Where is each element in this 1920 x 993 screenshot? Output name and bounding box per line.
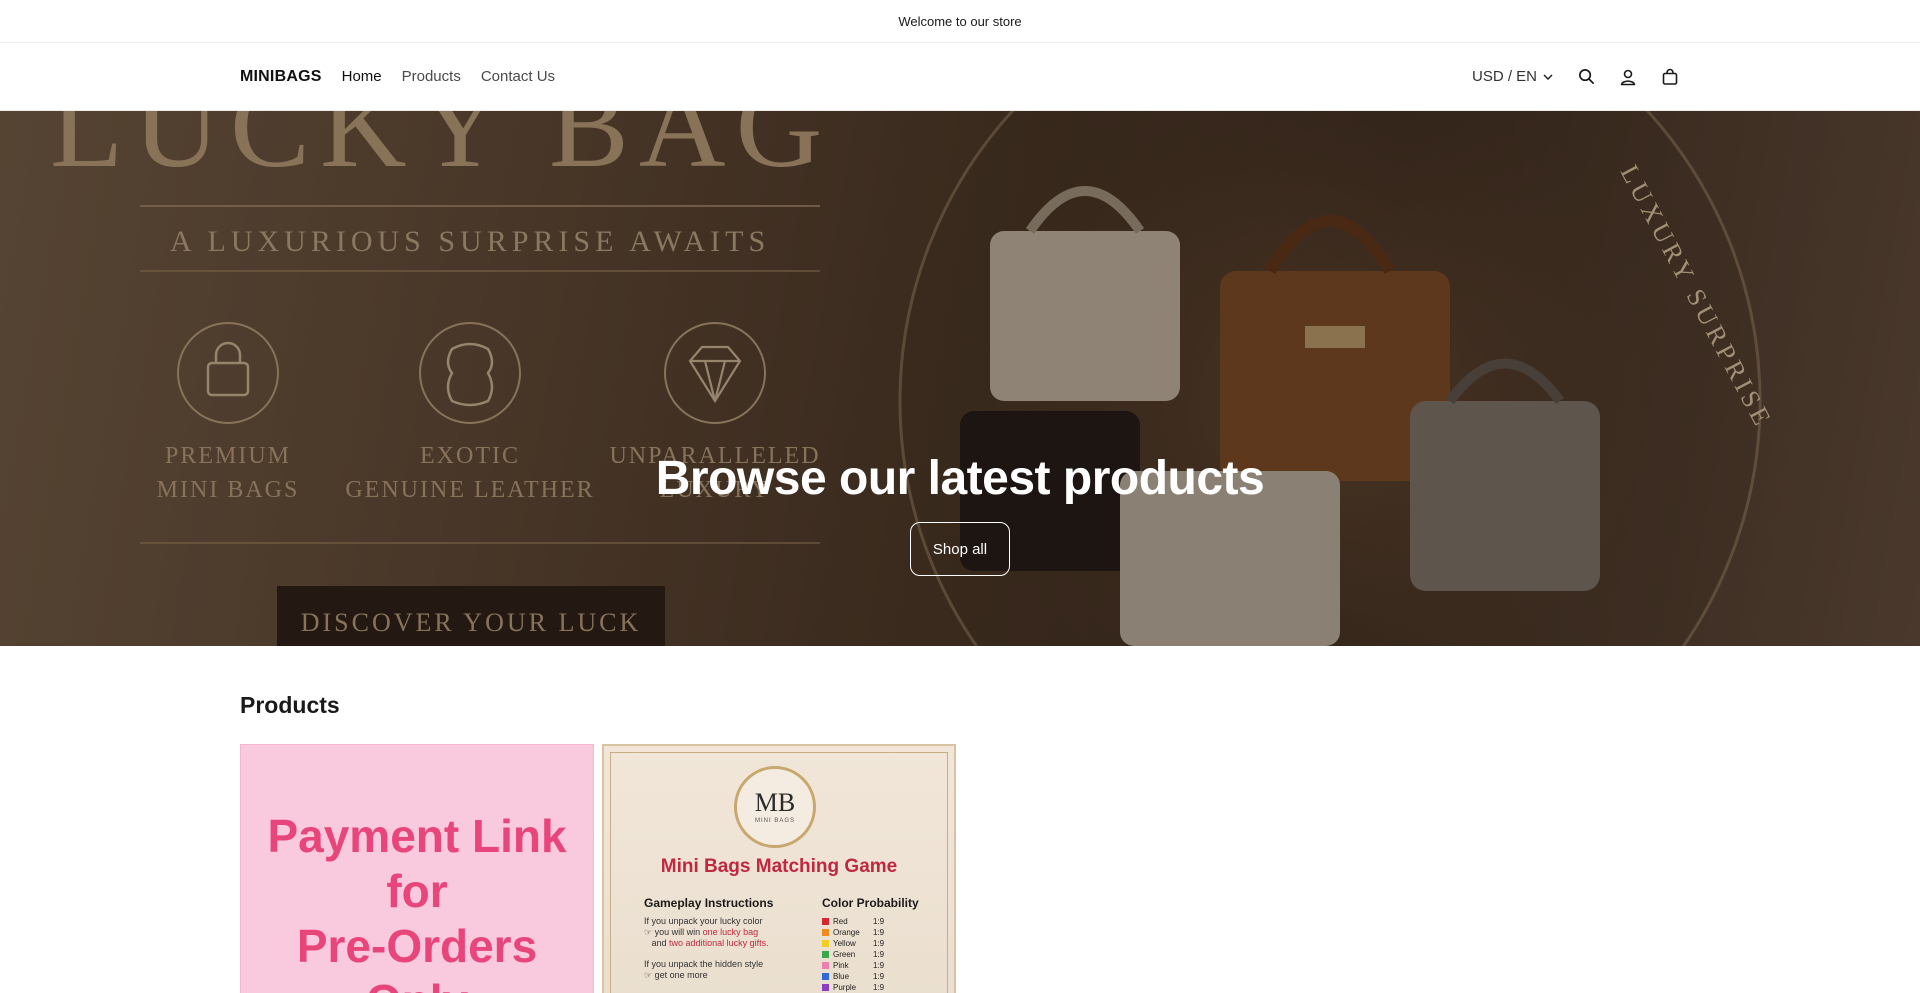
store-logo[interactable]: MINIBAGS: [240, 68, 322, 86]
color-swatch: [822, 984, 829, 991]
announcement-text: Welcome to our store: [898, 13, 1022, 29]
color-ratio: 1:9: [873, 939, 885, 948]
probability-list: Red 1:9 Orange 1:9 Yellow 1:9 Green 1:9 Pink 1:9 B…: [822, 916, 942, 993]
color-swatch: [822, 929, 829, 936]
search-icon: [1578, 69, 1594, 84]
color-ratio: 1:9: [873, 983, 885, 992]
chevron-down-icon: [1543, 73, 1553, 80]
probability-row: Green 1:9: [822, 949, 942, 960]
instruction-item: If you unpack the hidden style ☞ get one…: [644, 959, 764, 980]
game-title: Mini Bags Matching Game: [660, 856, 898, 877]
header-actions: USD / EN: [1472, 67, 1680, 87]
color-name: Pink: [833, 961, 849, 970]
product-image-line: for: [386, 865, 448, 917]
locale-label: USD / EN: [1471, 68, 1537, 85]
mini-bags-badge: MB MINI BAGS: [734, 766, 816, 848]
color-name: Orange: [833, 928, 860, 937]
color-swatch: [822, 973, 829, 980]
nav-products[interactable]: Products: [402, 68, 461, 85]
nav-contact-us[interactable]: Contact Us: [481, 68, 555, 85]
account-icon: [1620, 69, 1636, 85]
badge-subtitle: MINI BAGS: [754, 818, 795, 824]
color-ratio: 1:9: [873, 961, 885, 970]
product-card-payment-link[interactable]: Payment Link for Pre-Orders Only: [240, 744, 594, 993]
color-name: Yellow: [833, 939, 856, 948]
probability-row: Blue 1:9: [822, 971, 942, 982]
badge-monogram: MB: [754, 788, 796, 817]
main-nav: Home Products Contact Us: [342, 68, 555, 85]
product-image-text: Payment Link for Pre-Orders Only: [241, 809, 593, 993]
probability-row: Yellow 1:9: [822, 938, 942, 949]
color-swatch: [822, 951, 829, 958]
hero-banner: LUCKY BAG A LUXURIOUS SURPRISE AWAITS PR…: [0, 111, 1920, 646]
product-image-line: Only: [241, 974, 593, 993]
probability-row: Orange 1:9: [822, 927, 942, 938]
color-swatch: [822, 918, 829, 925]
hero-content: Browse our latest products Shop all: [0, 451, 1920, 576]
color-swatch: [822, 962, 829, 969]
product-image-line: Payment Link: [267, 810, 567, 862]
color-ratio: 1:9: [873, 917, 885, 926]
probability-row: Purple 1:9: [822, 982, 942, 993]
product-image-line: Pre-Orders: [296, 920, 538, 972]
probability-row: Red 1:9: [822, 916, 942, 927]
color-probability: Color Probability Red 1:9 Orange 1:9 Yellow 1…: [822, 896, 942, 993]
shop-all-button[interactable]: Shop all: [910, 522, 1010, 576]
instructions-title: Gameplay Instructions: [644, 896, 774, 910]
products-title: Products: [240, 692, 340, 718]
cart-icon: [1662, 68, 1678, 85]
product-card-matching-game[interactable]: MB MINI BAGS Mini Bags Matching Game Gam…: [602, 744, 956, 993]
locale-selector[interactable]: USD / EN: [1472, 68, 1554, 85]
instruction-item: If you unpack your lucky color ☞ you wil…: [644, 916, 769, 948]
color-ratio: 1:9: [873, 950, 885, 959]
hero-title: Browse our latest products: [655, 452, 1265, 505]
color-name: Purple: [833, 983, 857, 992]
cart-button[interactable]: [1660, 67, 1680, 87]
site-header: MINIBAGS Home Products Contact Us USD / …: [0, 43, 1920, 111]
color-swatch: [822, 940, 829, 947]
account-button[interactable]: [1618, 67, 1638, 87]
color-name: Red: [833, 917, 848, 926]
color-ratio: 1:9: [873, 972, 885, 981]
product-grid: Payment Link for Pre-Orders Only MB MINI…: [240, 744, 1680, 993]
color-name: Green: [833, 950, 856, 959]
color-name: Blue: [833, 972, 850, 981]
nav-home[interactable]: Home: [342, 68, 382, 85]
probability-row: Pink 1:9: [822, 960, 942, 971]
search-button[interactable]: [1576, 67, 1596, 87]
gameplay-instructions: Gameplay Instructions If you unpack your…: [644, 896, 794, 991]
products-section: Products Payment Link for Pre-Orders Onl…: [0, 646, 1920, 993]
color-ratio: 1:9: [873, 928, 885, 937]
probability-title: Color Probability: [822, 896, 919, 910]
announcement-bar: Welcome to our store: [0, 0, 1920, 43]
